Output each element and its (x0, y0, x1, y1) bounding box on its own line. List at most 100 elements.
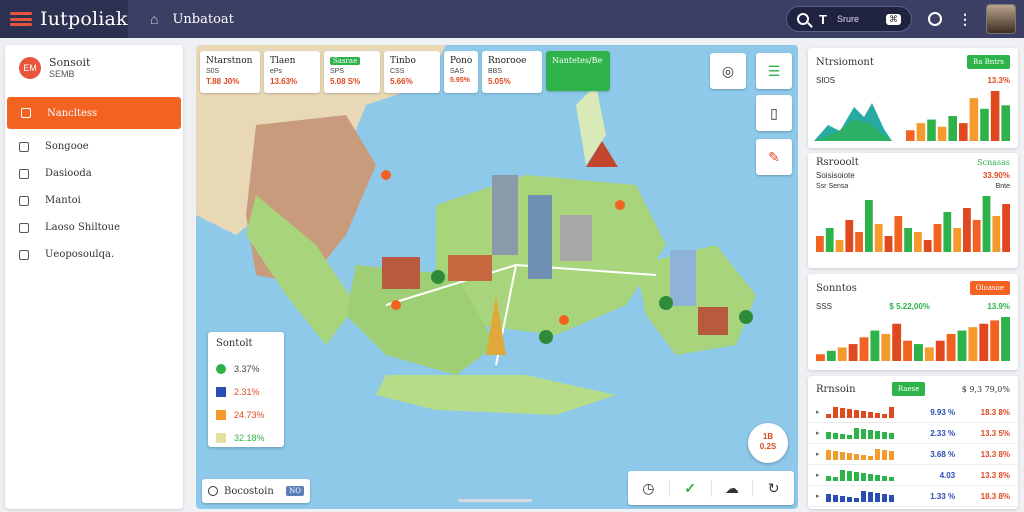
row-bar-mark (860, 491, 866, 502)
panel-title: Sonntos (816, 282, 857, 294)
bar-mark (914, 232, 922, 252)
stat-card-6[interactable]: Nantetes/Be (546, 51, 610, 91)
bar-mark (865, 200, 873, 252)
confirm-button[interactable]: ✓ (670, 479, 712, 497)
row-bar-mark (839, 452, 845, 460)
table-row[interactable]: ▸ 4.03 13.3 8% (808, 465, 1018, 486)
sidebar-item-3[interactable]: Mantoi (5, 187, 183, 214)
breadcrumb[interactable]: Unbatoat (172, 12, 233, 27)
map-scroll-handle[interactable] (458, 499, 532, 502)
search-text: Srure (836, 14, 859, 24)
row-bar-mark (867, 474, 873, 481)
sidebar-item-label: Ueoposoulqa. (45, 249, 115, 260)
sidebar-item-label: Songooe (45, 141, 89, 152)
more-options-icon[interactable]: ⋮ (958, 11, 972, 28)
global-search[interactable]: T Srure ⌘ (786, 6, 912, 32)
stat-card-2[interactable]: Sasrae SPS 5.08 S% (324, 51, 380, 93)
map-legend: Sontolt 3.37% 2.31% 24.73% 32.18% (208, 332, 284, 447)
sidebar-item-4[interactable]: Laoso Shiltoue (5, 214, 183, 241)
row-bar-mark (839, 496, 845, 502)
table-row[interactable]: ▸ 1.33 % 18.3 8% (808, 486, 1018, 507)
panel-action-button[interactable]: Oloasoe (969, 281, 1010, 295)
list-view-button[interactable]: ☰ (756, 53, 792, 89)
legend-value: 32.18% (234, 432, 265, 443)
brand-area: Iutpoliak (0, 0, 128, 38)
zoom-badge-bottom: 0.2S (759, 442, 777, 451)
search-icon (208, 486, 218, 496)
stat-sub: S0S (206, 68, 220, 75)
table-row[interactable]: ▸ 9.93 % 18.3 8% (808, 402, 1018, 423)
panel-action-button[interactable]: Ba Bntrs (967, 55, 1010, 69)
bar-mark (957, 330, 967, 361)
tree (659, 296, 673, 310)
bar-mark (884, 236, 893, 252)
row-bar-mark (846, 453, 852, 460)
stat-label: Tinbo (390, 56, 416, 66)
menu-icon[interactable] (10, 12, 32, 26)
map-search-input[interactable]: Bocostoin NO (202, 479, 310, 503)
target-icon: ◎ (721, 62, 735, 79)
sidebar-item-1[interactable]: Songooe (5, 133, 183, 160)
row-bar-mark (867, 456, 873, 460)
bar-mark (816, 354, 825, 361)
book-button[interactable]: ▯ (756, 95, 792, 131)
stat-label: Ntarstnon (206, 56, 253, 66)
layers-button[interactable]: ◎ (710, 53, 746, 89)
zoom-badge[interactable]: 1B 0.2S (748, 423, 788, 463)
map-pin[interactable] (391, 300, 401, 310)
row-marker: ▸ (816, 493, 820, 500)
row-bar-mark (853, 454, 859, 460)
row-bar-mark (832, 495, 838, 502)
stat-value: 5.95% (450, 77, 470, 84)
table-row[interactable]: ▸ 2.33 % 13.3 5% (808, 423, 1018, 444)
panel-sub-value: Bnte (995, 183, 1010, 190)
avatar[interactable] (986, 4, 1016, 34)
map-view[interactable]: Ntarstnon S0S T.88 J0% Tlaen ePs 13.63% … (196, 45, 798, 509)
sidebar-item-5[interactable]: Ueoposoulqa. (5, 241, 183, 268)
draw-button[interactable]: ✎ (756, 139, 792, 175)
map-pin[interactable] (381, 170, 391, 180)
sidebar-item-2[interactable]: Dasiooda (5, 160, 183, 187)
help-icon[interactable] (928, 12, 942, 26)
chart-results (816, 196, 1010, 252)
stat-card-0[interactable]: Ntarstnon S0S T.88 J0% (200, 51, 260, 93)
row-value-1: 2.33 % (930, 428, 956, 438)
stat-card-5[interactable]: Rnorooe BBS 5.05% (482, 51, 542, 93)
clock-button[interactable]: ◷ (628, 479, 670, 497)
row-bar-mark (874, 493, 880, 502)
row-bar-mark (846, 471, 852, 481)
book-icon: ▯ (770, 104, 778, 121)
row-bar-mark (888, 451, 894, 460)
cloud-button[interactable]: ☁ (712, 479, 754, 497)
panel-right-label: $ 9,3 79,0% (961, 384, 1010, 394)
table-row[interactable]: ▸ 3.68 % 13.3 8% (808, 444, 1018, 465)
stat-card-1[interactable]: Tlaen ePs 13.63% (264, 51, 320, 93)
bar-mark (968, 327, 978, 361)
check-icon: ✓ (684, 479, 696, 496)
map-pin[interactable] (559, 315, 569, 325)
bar-mark (992, 216, 1001, 252)
refresh-button[interactable]: ↻ (753, 480, 794, 497)
legend-title: Sontolt (216, 338, 253, 349)
stat-card-3[interactable]: Tinbo CSS 5.66% (384, 51, 440, 93)
map-pin[interactable] (615, 200, 625, 210)
home-icon[interactable]: ⌂ (150, 11, 158, 27)
sidebar-item-0[interactable]: Nancltess (7, 97, 181, 129)
brand-logo: EM (19, 57, 41, 79)
bar-mark (906, 130, 915, 141)
brand-subtitle: SEMB (49, 69, 75, 79)
stat-value: 5.08 S% (330, 77, 361, 86)
bar-mark (1001, 105, 1010, 141)
sidebar-item-label: Dasiooda (45, 168, 92, 179)
row-bar-mark (832, 407, 838, 418)
row-value-2: 18.3 8% (980, 407, 1011, 417)
panel-action-button[interactable]: Raese (891, 382, 926, 396)
building-tower (492, 175, 518, 255)
bar-mark (855, 232, 863, 252)
app-title: Iutpoliak (40, 8, 128, 30)
search-chip[interactable]: NO (286, 486, 304, 496)
list-icon: ☰ (767, 62, 781, 79)
stat-label: Sasrae (330, 57, 361, 65)
bar-mark (870, 330, 880, 361)
stat-card-4[interactable]: Pono SAS 5.95% (444, 51, 478, 93)
